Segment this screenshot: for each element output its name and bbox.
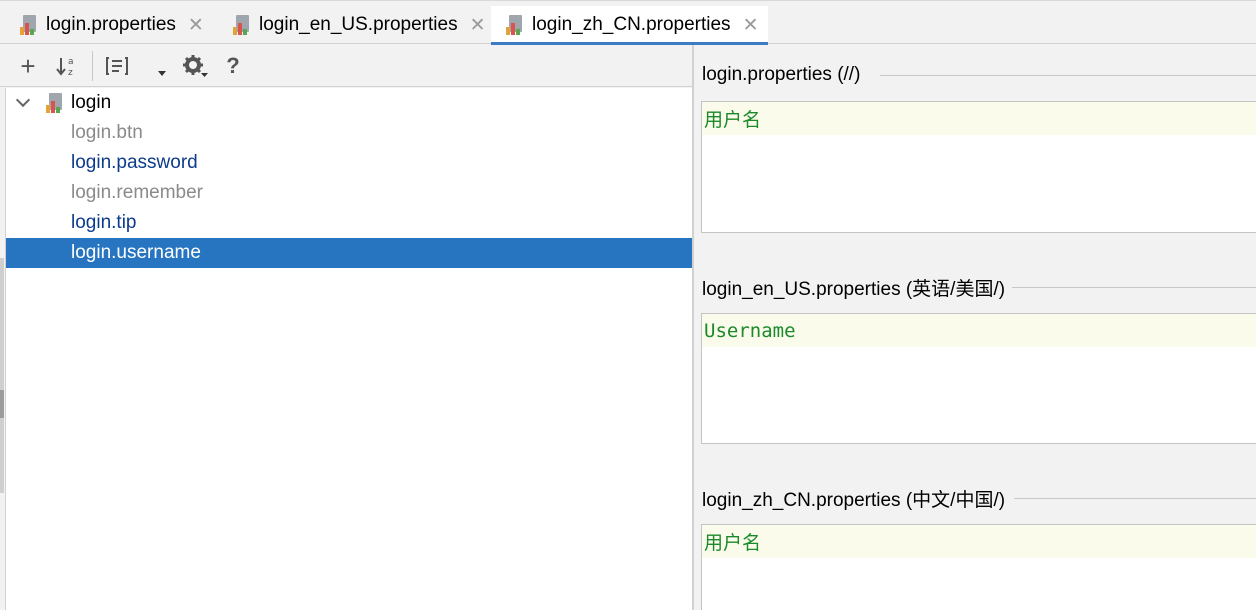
value-text[interactable]: Username (702, 314, 1256, 347)
svg-text:z: z (68, 68, 73, 78)
tree-root-login[interactable]: login (6, 88, 693, 118)
tab-label: login_zh_CN.properties (532, 14, 731, 35)
close-icon[interactable]: ✕ (743, 14, 759, 37)
section-title-default: login.properties (//) (702, 64, 861, 85)
tab-label: login_en_US.properties (259, 14, 458, 35)
left-gutter (0, 258, 4, 493)
tree-item-login-btn[interactable]: login.btn (6, 118, 693, 148)
tab-login-zh-cn[interactable]: login_zh_CN.properties ✕ (491, 6, 768, 46)
section-title-zh-cn: login_zh_CN.properties (中文/中国/) (702, 489, 1006, 511)
tree-item-login-tip[interactable]: login.tip (6, 208, 693, 238)
value-text[interactable]: 用户名 (702, 102, 1256, 135)
tree-item-label: login.username (71, 242, 201, 263)
translations-pane: login.properties (//) 用户名 login_en_US.pr… (694, 45, 1256, 610)
properties-file-icon (233, 15, 253, 35)
settings-button[interactable] (180, 53, 210, 79)
tree-item-login-username[interactable]: login.username (6, 238, 693, 268)
value-editor-zh-cn[interactable]: 用户名 (701, 524, 1256, 610)
tree-item-label: login.password (71, 152, 198, 173)
plus-icon: + (20, 50, 36, 81)
tree-item-login-password[interactable]: login.password (6, 148, 693, 178)
add-property-button[interactable]: + (16, 50, 40, 81)
group-icon (106, 57, 128, 75)
chevron-down-icon[interactable] (15, 92, 31, 108)
section-divider (1014, 498, 1256, 499)
help-button[interactable]: ? (222, 53, 244, 79)
gear-icon (183, 55, 208, 77)
caret-down-icon (158, 71, 166, 76)
tree-toolbar: + a z ? (0, 45, 692, 87)
svg-text:a: a (68, 57, 74, 67)
sort-alphabetically-button[interactable]: a z (54, 53, 80, 79)
tree-item-label: login.remember (71, 182, 203, 203)
tree-item-label: login.btn (71, 122, 143, 143)
tab-login-properties[interactable]: login.properties ✕ (20, 6, 204, 44)
sort-alpha-icon: a z (56, 57, 74, 78)
section-title-en-us: login_en_US.properties (英语/美国/) (702, 278, 1006, 300)
tab-login-en-us[interactable]: login_en_US.properties ✕ (233, 6, 486, 44)
value-text[interactable]: 用户名 (702, 525, 1256, 558)
close-icon[interactable]: ✕ (470, 14, 486, 37)
help-icon: ? (226, 53, 240, 78)
tree-item-label: login.tip (71, 212, 137, 233)
close-icon[interactable]: ✕ (188, 14, 204, 37)
left-gutter-handle[interactable] (0, 390, 4, 418)
toolbar-separator (92, 51, 93, 81)
properties-file-icon (46, 93, 66, 113)
property-tree: login login.btn login.password login.rem… (5, 88, 693, 610)
tree-item-login-remember[interactable]: login.remember (6, 178, 693, 208)
section-divider (880, 75, 1256, 76)
resource-bundle-tree-pane: + a z ? login login.btn login.password l… (0, 45, 693, 610)
tree-root-label: login (71, 92, 112, 113)
value-editor-en-us[interactable]: Username (701, 313, 1256, 444)
value-editor-default[interactable]: 用户名 (701, 101, 1256, 233)
editor-tab-bar: login.properties ✕ login_en_US.propertie… (0, 0, 1256, 46)
properties-file-icon (506, 15, 526, 35)
section-divider (1012, 287, 1256, 288)
properties-file-icon (20, 15, 40, 35)
tab-label: login.properties (46, 14, 176, 35)
dropdown-button[interactable] (152, 53, 172, 79)
group-by-prefix-button[interactable] (104, 53, 130, 79)
